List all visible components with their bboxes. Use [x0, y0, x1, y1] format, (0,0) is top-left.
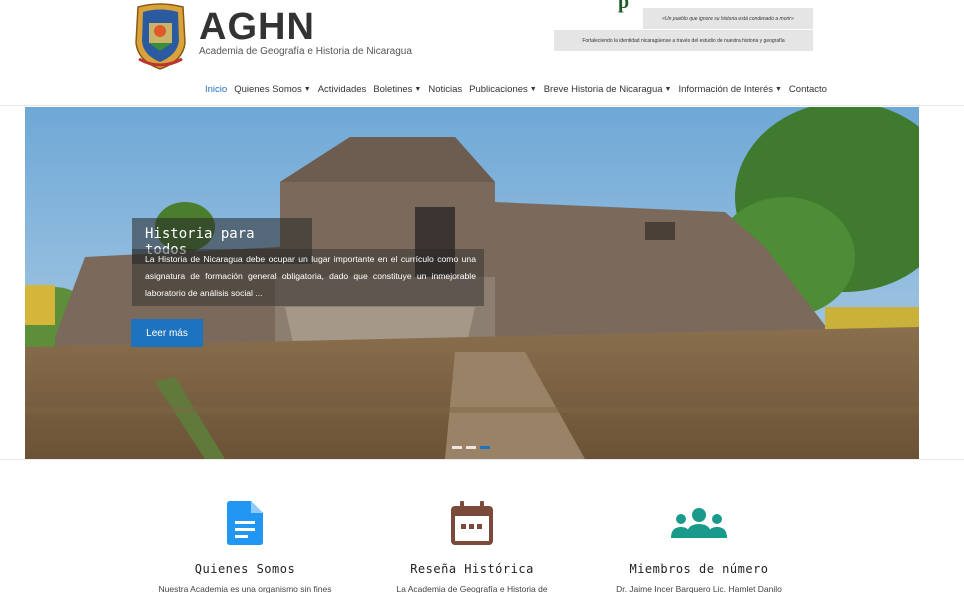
calendar-icon — [451, 501, 493, 545]
section-divider — [0, 459, 964, 460]
academy-seal-logo[interactable] — [133, 3, 188, 70]
nav-item-label: Boletines — [373, 83, 413, 95]
nav-item-boletines[interactable]: Boletines ▼ — [373, 84, 421, 95]
slider-dot-1[interactable] — [452, 446, 462, 449]
slider-dot-3[interactable] — [480, 446, 490, 449]
feature-title: Quienes Somos — [194, 562, 296, 576]
nav-item-label: Contacto — [788, 83, 827, 95]
header-cropped-text: p — [618, 0, 630, 13]
site-title[interactable]: AGHN — [199, 6, 315, 49]
feature-text: Nuestra Academia es una organismo sin fi… — [158, 584, 332, 593]
nav-item-noticias[interactable]: Noticias — [428, 84, 462, 95]
caret-down-icon: ▼ — [529, 85, 537, 93]
header-motto: Fortaleciendo la identidad nicaragüense … — [554, 30, 813, 51]
main-navigation: Inicio Quienes Somos ▼ Actividades Boletines… — [205, 81, 834, 97]
nav-item-breve-historia-de-nicaragua[interactable]: Breve Historia de Nicaragua ▼ — [544, 84, 672, 95]
nav-item-quienes-somos[interactable]: Quienes Somos ▼ — [234, 84, 311, 95]
nav-item-label: Quienes Somos — [234, 83, 302, 95]
caret-down-icon: ▼ — [774, 85, 782, 93]
read-more-button[interactable]: Leer más — [131, 319, 203, 347]
document-icon — [227, 501, 263, 545]
feature-text: Dr. Jaime Incer Barquero Lic. Hamlet Dan… — [616, 584, 782, 593]
caret-down-icon: ▼ — [414, 85, 422, 93]
nav-item-publicaciones[interactable]: Publicaciones ▼ — [469, 84, 537, 95]
nav-item-actividades[interactable]: Actividades — [318, 84, 367, 95]
people-icon — [671, 508, 727, 538]
nav-item-contacto[interactable]: Contacto — [789, 84, 827, 95]
nav-item-label: Inicio — [205, 83, 228, 95]
feature-resena-historica[interactable]: Reseña Histórica La Academia de Geografí… — [352, 500, 592, 593]
site-tagline: Academia de Geografía e Historia de Nica… — [199, 46, 412, 57]
slider-pagination — [452, 446, 490, 449]
header-quote: «Un pueblo que ignore su historia está c… — [643, 8, 813, 29]
nav-item-inicio[interactable]: Inicio — [205, 84, 227, 95]
slide-text: La Historia de Nicaragua debe ocupar un … — [132, 249, 484, 306]
nav-item-información-de-interés[interactable]: Información de Interés ▼ — [678, 84, 781, 95]
feature-title: Miembros de número — [629, 562, 769, 576]
hero-slider: Historia para todos La Historia de Nicar… — [25, 107, 919, 459]
feature-quienes-somos[interactable]: Quienes Somos Nuestra Academia es una or… — [125, 500, 365, 593]
feature-miembros[interactable]: Miembros de número Dr. Jaime Incer Barqu… — [579, 500, 819, 593]
nav-item-label: Actividades — [317, 83, 367, 95]
nav-item-label: Breve Historia de Nicaragua — [543, 83, 663, 95]
caret-down-icon: ▼ — [664, 85, 672, 93]
nav-item-label: Noticias — [428, 83, 463, 95]
nav-item-label: Publicaciones — [469, 83, 528, 95]
nav-item-label: Información de Interés — [678, 83, 773, 95]
caret-down-icon: ▼ — [303, 85, 311, 93]
feature-text: La Academia de Geografía e Historia de — [396, 584, 548, 593]
site-header: AGHN Academia de Geografía e Historia de… — [0, 0, 964, 106]
feature-title: Reseña Histórica — [410, 562, 534, 576]
slider-dot-2[interactable] — [466, 446, 476, 449]
